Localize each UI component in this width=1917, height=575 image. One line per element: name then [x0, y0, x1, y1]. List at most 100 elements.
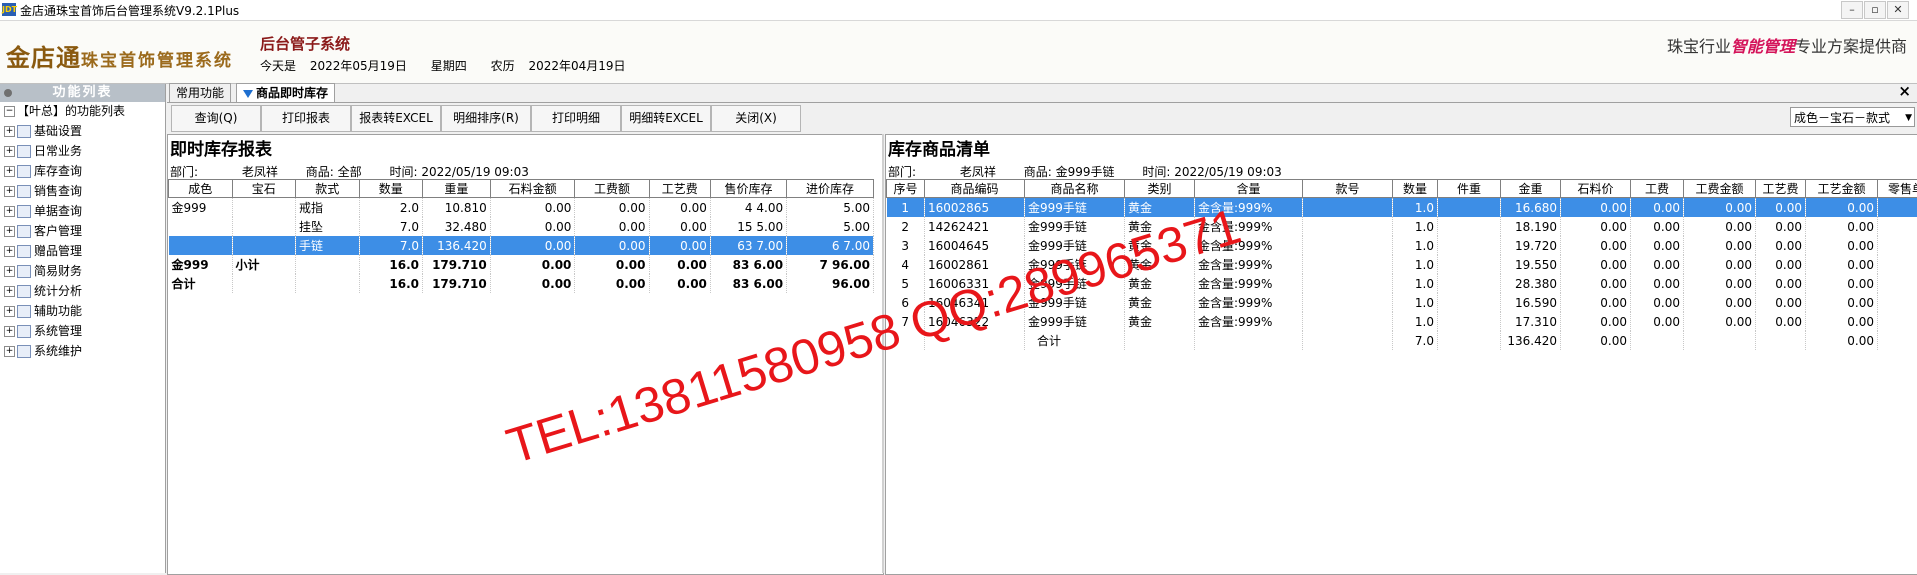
- table-cell: 0.00: [1806, 198, 1878, 218]
- logo-main: 金店通: [6, 43, 81, 72]
- sidebar-item[interactable]: +赠品管理: [4, 243, 82, 259]
- query-button[interactable]: 查询(Q): [171, 105, 261, 132]
- table-row[interactable]: 挂坠7.032.4800.000.000.0015 5.005.00: [169, 217, 874, 236]
- table-cell: [1303, 255, 1393, 274]
- report-to-excel-button[interactable]: 报表转EXCEL: [351, 105, 441, 132]
- table-cell: 83 6.00: [710, 274, 786, 293]
- lunar-date: 2022年04月19日: [528, 59, 625, 73]
- maximize-button[interactable]: ▫: [1864, 1, 1886, 19]
- tab-common-functions[interactable]: 常用功能: [169, 83, 231, 102]
- table-cell: 金999: [169, 198, 233, 218]
- column-header[interactable]: 成色: [169, 180, 233, 198]
- column-header[interactable]: 工费额: [575, 180, 649, 198]
- expand-icon[interactable]: +: [4, 306, 15, 317]
- grouping-select[interactable]: 成色－宝石－款式 ▼: [1790, 107, 1915, 127]
- minimize-button[interactable]: –: [1841, 1, 1863, 19]
- sidebar-item[interactable]: +基础设置: [4, 123, 82, 139]
- expand-icon[interactable]: +: [4, 126, 15, 137]
- table-cell: 1: [887, 198, 925, 218]
- column-header[interactable]: 件重: [1438, 180, 1501, 198]
- title-bar: JDT 金店通珠宝首饰后台管理系统V9.2.1Plus – ▫ ✕: [0, 0, 1917, 21]
- table-cell: 16.680: [1501, 198, 1561, 218]
- print-detail-button[interactable]: 打印明细: [531, 105, 621, 132]
- collapse-icon[interactable]: −: [4, 106, 15, 117]
- table-row[interactable]: 金999小计16.0179.7100.000.000.0083 6.007 96…: [169, 255, 874, 274]
- column-header[interactable]: 工艺费: [1756, 180, 1806, 198]
- close-window-button[interactable]: ✕: [1887, 1, 1909, 19]
- sidebar-item[interactable]: +单据查询: [4, 203, 82, 219]
- logo-sub: 珠宝首饰管理系统: [81, 51, 233, 71]
- expand-icon[interactable]: +: [4, 206, 15, 217]
- table-cell: 0.00: [1806, 236, 1878, 255]
- sidebar-item[interactable]: +库存查询: [4, 163, 82, 179]
- stock-report-table: 成色 宝石 款式 数量 重量 石料金额 工费额 工艺费 售价库存 进价库存 金9…: [168, 179, 874, 293]
- table-cell: 金含量:999%: [1195, 274, 1303, 293]
- print-report-button[interactable]: 打印报表: [261, 105, 351, 132]
- detail-sort-button[interactable]: 明细排序(R): [441, 105, 531, 132]
- column-header[interactable]: 款式: [296, 180, 360, 198]
- table-cell: 戒指: [296, 198, 360, 218]
- table-cell: [1438, 236, 1501, 255]
- column-header[interactable]: 宝石: [232, 180, 296, 198]
- sidebar-item[interactable]: +简易财务: [4, 263, 82, 279]
- expand-icon[interactable]: +: [4, 186, 15, 197]
- column-header[interactable]: 商品编码: [925, 180, 1025, 198]
- table-row[interactable]: 手链7.0136.4200.000.000.0063 7.006 7.00: [169, 236, 874, 255]
- expand-icon[interactable]: +: [4, 286, 15, 297]
- expand-icon[interactable]: +: [4, 326, 15, 337]
- goods-value: 全部: [338, 163, 362, 180]
- tree-root[interactable]: −【叶总】的功能列表: [4, 103, 125, 119]
- sidebar-item[interactable]: +客户管理: [4, 223, 82, 239]
- table-row[interactable]: 214262421金999手链黄金金含量:999%1.018.1900.000.…: [887, 217, 1917, 236]
- expand-icon[interactable]: +: [4, 166, 15, 177]
- column-header[interactable]: 重量: [423, 180, 491, 198]
- detail-to-excel-button[interactable]: 明细转EXCEL: [621, 105, 711, 132]
- column-header[interactable]: 进价库存: [787, 180, 874, 198]
- table-cell: 18.190: [1501, 217, 1561, 236]
- table-row[interactable]: 316004645金999手链黄金金含量:999%1.019.7200.000.…: [887, 236, 1917, 255]
- table-cell: 7.0: [359, 217, 423, 236]
- column-header[interactable]: 金重: [1501, 180, 1561, 198]
- sidebar-item[interactable]: +系统维护: [4, 343, 82, 359]
- column-header[interactable]: 类别: [1125, 180, 1195, 198]
- expand-icon[interactable]: +: [4, 246, 15, 257]
- column-header[interactable]: 工费: [1631, 180, 1684, 198]
- table-row[interactable]: 116002865金999手链黄金金含量:999%1.016.6800.000.…: [887, 198, 1917, 218]
- column-header[interactable]: 石料价: [1561, 180, 1631, 198]
- table-cell: 0.00: [1561, 236, 1631, 255]
- column-header[interactable]: 数量: [359, 180, 423, 198]
- column-header[interactable]: 款号: [1303, 180, 1393, 198]
- expand-icon[interactable]: +: [4, 266, 15, 277]
- today-date: 2022年05月19日: [310, 59, 407, 73]
- column-header[interactable]: 数量: [1393, 180, 1438, 198]
- table-row[interactable]: 金999戒指2.010.8100.000.000.004 4.005.00: [169, 198, 874, 218]
- sidebar-item[interactable]: +系统管理: [4, 323, 82, 339]
- column-header[interactable]: 序号: [887, 180, 925, 198]
- sidebar-item[interactable]: +统计分析: [4, 283, 82, 299]
- expand-icon[interactable]: +: [4, 346, 15, 357]
- table-cell: 96.00: [787, 274, 874, 293]
- table-row[interactable]: 合计16.0179.7100.000.000.0083 6.0096.00: [169, 274, 874, 293]
- expand-icon[interactable]: +: [4, 146, 15, 157]
- column-header[interactable]: 工艺费: [649, 180, 710, 198]
- column-header[interactable]: 商品名称: [1025, 180, 1125, 198]
- close-button[interactable]: 关闭(X): [711, 105, 801, 132]
- close-tab-icon[interactable]: ×: [1898, 82, 1911, 100]
- column-header[interactable]: 售价库存: [710, 180, 786, 198]
- sidebar-item[interactable]: +销售查询: [4, 183, 82, 199]
- sidebar-item[interactable]: +日常业务: [4, 143, 82, 159]
- column-header[interactable]: 工费金额: [1684, 180, 1756, 198]
- sidebar-item[interactable]: +辅助功能: [4, 303, 82, 319]
- table-cell: 手链: [296, 236, 360, 255]
- column-header[interactable]: 含量: [1195, 180, 1303, 198]
- column-header[interactable]: 工艺金额: [1806, 180, 1878, 198]
- column-header[interactable]: 石料金额: [490, 180, 575, 198]
- tab-realtime-stock[interactable]: 商品即时库存: [236, 83, 335, 102]
- table-cell: 0.00: [1806, 293, 1878, 312]
- table-cell: 0.00: [1684, 236, 1756, 255]
- chevron-down-icon[interactable]: ▼: [1905, 108, 1912, 128]
- expand-icon[interactable]: +: [4, 226, 15, 237]
- column-header[interactable]: 零售单价: [1878, 180, 1917, 198]
- table-cell: 14262421: [925, 217, 1025, 236]
- table-cell: 0.00: [1684, 198, 1756, 218]
